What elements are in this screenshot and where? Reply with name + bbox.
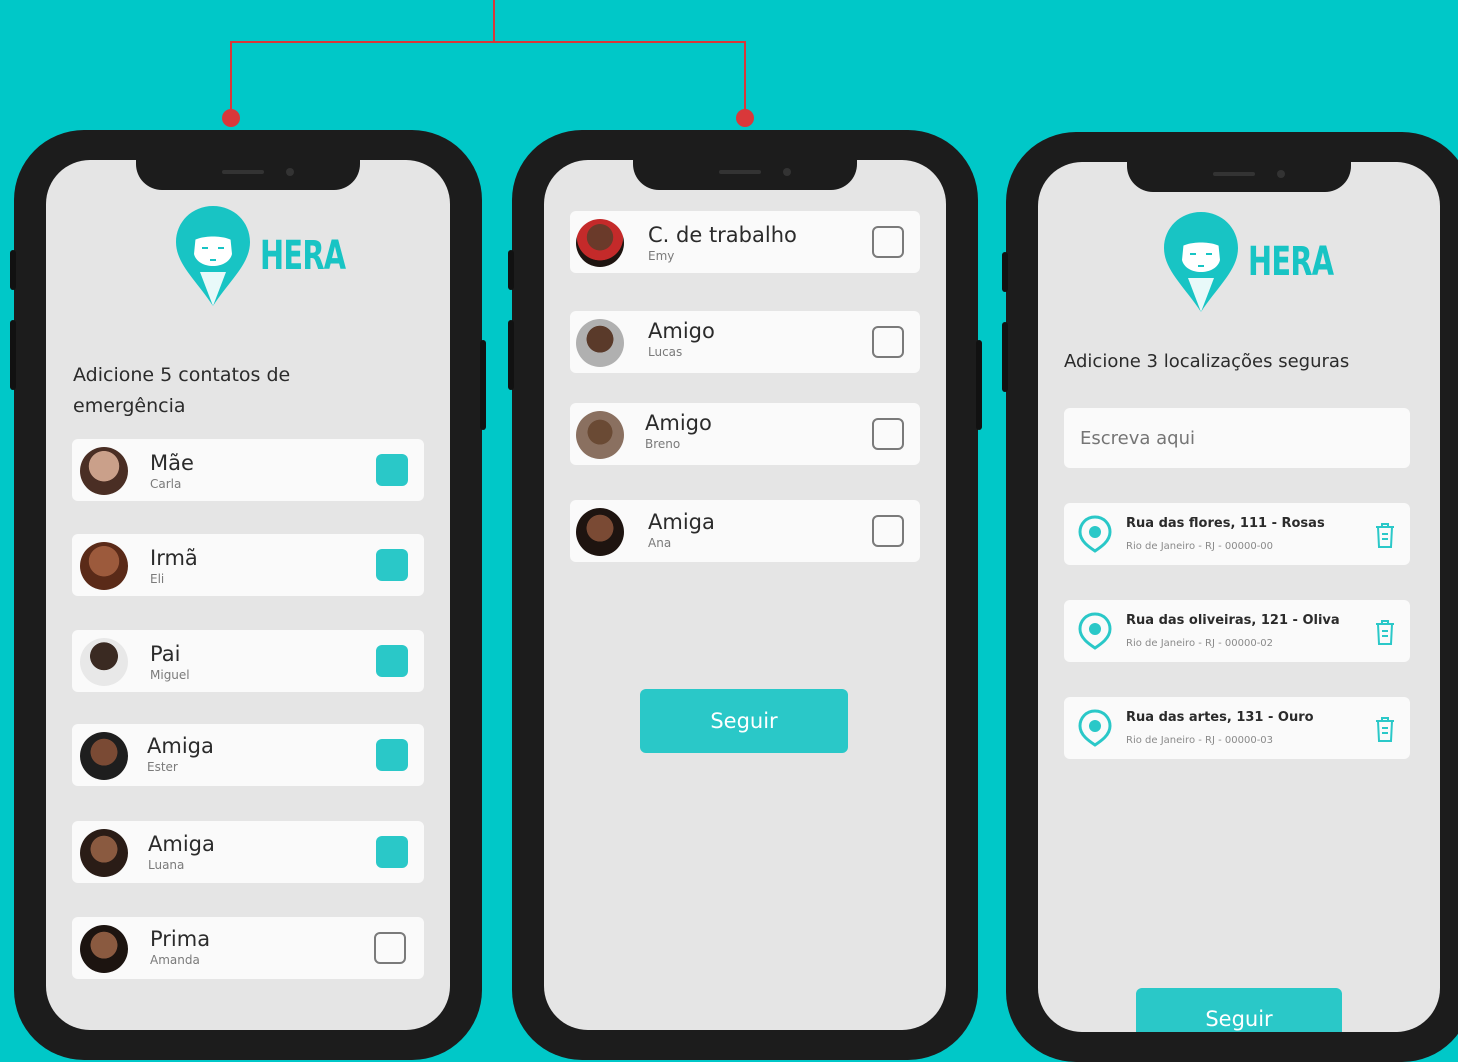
contact-checkbox-checked[interactable] bbox=[376, 739, 408, 771]
brand-name: HERA bbox=[260, 233, 346, 279]
contact-card-ester[interactable]: Amiga Ester bbox=[72, 724, 424, 786]
location-card[interactable]: Rua das flores, 111 - Rosas Rio de Janei… bbox=[1064, 503, 1410, 565]
avatar-photo bbox=[576, 219, 624, 267]
hera-logo: HERA bbox=[1162, 210, 1367, 314]
notch bbox=[1127, 162, 1351, 192]
avatar-photo bbox=[80, 638, 128, 686]
hera-logo: HERA bbox=[174, 204, 379, 308]
contact-card-breno[interactable]: Amigo Breno bbox=[570, 403, 920, 465]
flow-connector bbox=[222, 0, 754, 127]
phone-contacts-1: HERA Adicione 5 contatos de emergência M… bbox=[10, 130, 486, 1060]
map-pin-icon bbox=[1078, 612, 1112, 650]
map-pin-icon bbox=[1078, 709, 1112, 747]
trash-icon[interactable] bbox=[1374, 521, 1396, 549]
avatar-photo bbox=[80, 925, 128, 973]
notch bbox=[136, 160, 360, 190]
contact-card-luana[interactable]: Amiga Luana bbox=[72, 821, 424, 883]
location-card[interactable]: Rua das artes, 131 - Ouro Rio de Janeiro… bbox=[1064, 697, 1410, 759]
page-heading: Adicione 5 contatos de emergência bbox=[73, 364, 291, 417]
seguir-button[interactable]: Seguir bbox=[1136, 988, 1342, 1032]
trash-icon[interactable] bbox=[1374, 715, 1396, 743]
avatar-photo bbox=[576, 508, 624, 556]
contact-checkbox-unchecked[interactable] bbox=[872, 418, 904, 450]
seguir-button[interactable]: Seguir bbox=[640, 689, 848, 753]
avatar-photo bbox=[80, 829, 128, 877]
avatar-photo bbox=[80, 732, 128, 780]
hera-woman-pin-icon bbox=[176, 206, 250, 306]
contact-checkbox-checked[interactable] bbox=[376, 549, 408, 581]
avatar-photo bbox=[576, 319, 624, 367]
avatar-photo bbox=[576, 411, 624, 459]
contact-card-pai[interactable]: Pai Miguel bbox=[72, 630, 424, 692]
connector-dot-right bbox=[736, 109, 754, 127]
contact-checkbox-checked[interactable] bbox=[376, 645, 408, 677]
phone-locations: HERA Adicione 3 localizações seguras Rua… bbox=[1002, 132, 1458, 1062]
contact-checkbox-unchecked[interactable] bbox=[872, 326, 904, 358]
map-pin-icon bbox=[1078, 515, 1112, 553]
location-search-input[interactable] bbox=[1064, 408, 1410, 468]
location-card[interactable]: Rua das oliveiras, 121 - Oliva Rio de Ja… bbox=[1064, 600, 1410, 662]
screen: HERA Adicione 3 localizações seguras Rua… bbox=[1038, 162, 1440, 1032]
phone-contacts-2: C. de trabalho Emy Amigo Lucas Amigo Bre… bbox=[508, 130, 982, 1060]
contact-card-amanda[interactable]: Prima Amanda bbox=[72, 917, 424, 979]
contact-card-ana[interactable]: Amiga Ana bbox=[570, 500, 920, 562]
notch bbox=[633, 160, 857, 190]
screen: HERA Adicione 5 contatos de emergência M… bbox=[46, 160, 450, 1030]
contact-checkbox-unchecked[interactable] bbox=[872, 515, 904, 547]
avatar-photo bbox=[80, 542, 128, 590]
connector-dot-left bbox=[222, 109, 240, 127]
contact-checkbox-checked[interactable] bbox=[376, 454, 408, 486]
contact-checkbox-unchecked[interactable] bbox=[374, 932, 406, 964]
brand-name: HERA bbox=[1248, 239, 1334, 285]
trash-icon[interactable] bbox=[1374, 618, 1396, 646]
contact-card-mae[interactable]: Mãe Carla bbox=[72, 439, 424, 501]
contact-card-irma[interactable]: Irmã Eli bbox=[72, 534, 424, 596]
contact-checkbox-unchecked[interactable] bbox=[872, 226, 904, 258]
contact-card-trabalho[interactable]: C. de trabalho Emy bbox=[570, 211, 920, 273]
hera-woman-pin-icon bbox=[1164, 212, 1238, 312]
avatar-photo bbox=[80, 447, 128, 495]
screen: C. de trabalho Emy Amigo Lucas Amigo Bre… bbox=[544, 160, 946, 1030]
contact-card-lucas[interactable]: Amigo Lucas bbox=[570, 311, 920, 373]
contact-checkbox-checked[interactable] bbox=[376, 836, 408, 868]
page-heading: Adicione 3 localizações seguras bbox=[1064, 351, 1350, 372]
